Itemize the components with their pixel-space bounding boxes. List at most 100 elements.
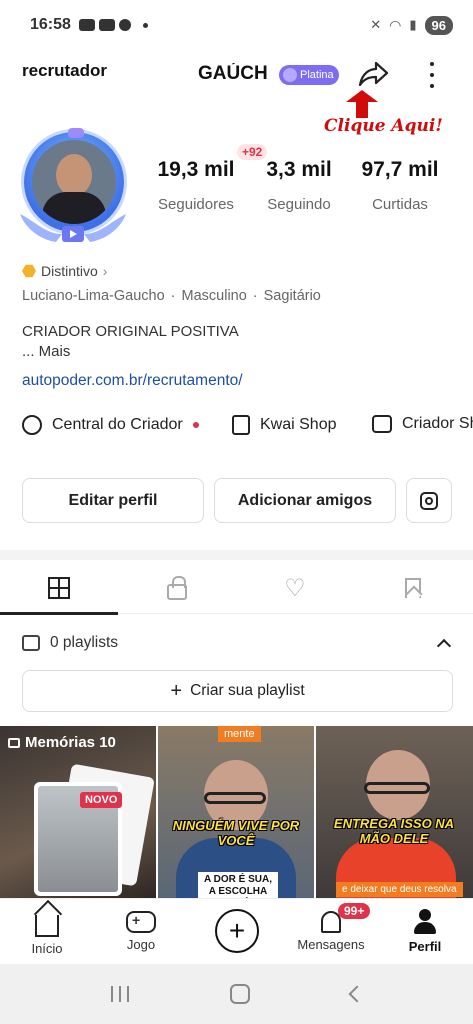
video-tag: mente <box>218 726 261 742</box>
tab-posts[interactable] <box>0 562 118 615</box>
glasses-icon <box>204 792 266 804</box>
creator-center-link[interactable]: Central do Criador <box>22 415 199 435</box>
video-thumbnail[interactable]: ENTREGA ISSO NA MÃO DELE e deixar que de… <box>316 726 473 898</box>
meta-gender: Masculino <box>181 288 247 304</box>
platina-badge-label: Platina <box>300 69 334 81</box>
nav-game[interactable]: Jogo <box>96 907 186 952</box>
wings-icon <box>20 214 126 242</box>
share-button[interactable] <box>356 59 390 89</box>
kwai-shop-link[interactable]: Kwai Shop <box>232 415 337 435</box>
tab-liked[interactable]: ♡ <box>236 562 354 614</box>
distintivo-link[interactable]: Distintivo › <box>22 263 107 279</box>
home-button-icon[interactable] <box>229 984 250 1004</box>
creator-center-icon <box>22 415 42 435</box>
crown-icon <box>68 128 84 138</box>
profile-header: recrutador GAÚCH Platina <box>0 55 473 95</box>
edit-profile-button[interactable]: Editar perfil <box>22 478 204 523</box>
wifi-icon: ◠ <box>389 16 402 33</box>
content-tabs: ♡ <box>0 562 473 615</box>
create-playlist-button[interactable]: + Criar sua playlist <box>22 670 453 712</box>
avatar-face <box>56 154 92 196</box>
shopping-bag-icon <box>232 415 250 435</box>
alarm-icon <box>118 19 131 31</box>
meta-name: Luciano-Lima-Gaucho <box>22 288 165 304</box>
lock-icon <box>167 576 187 600</box>
creator-shop-link[interactable]: Criador Sh <box>372 415 473 433</box>
video-thumbnail[interactable]: mente NINGUÉM VIVE POR VOCÊ A DOR É SUA,… <box>158 726 314 898</box>
quick-links: Central do Criador Kwai Shop Criador Sh <box>22 415 473 443</box>
avatar[interactable] <box>16 128 130 246</box>
glasses-icon <box>364 782 430 794</box>
quick-link-label: Criador Sh <box>402 415 473 432</box>
back-icon[interactable] <box>348 985 365 1003</box>
meta-sign: Sagitário <box>263 288 321 304</box>
username: recrutador <box>22 61 108 80</box>
memories-label: Memórias 10 <box>8 734 116 751</box>
youtube-icon <box>98 19 115 31</box>
more-dot-icon <box>430 83 434 88</box>
heart-icon: ♡ <box>284 574 306 602</box>
nav-messages[interactable]: 99+ Mensagens <box>286 903 376 952</box>
notification-dot-icon <box>192 422 199 428</box>
messages-badge: 99+ <box>338 903 371 919</box>
stat-likes[interactable]: 97,7 mil Curtidas <box>352 158 448 213</box>
quick-link-label: Central do Criador <box>52 416 183 433</box>
create-playlist-label: Criar sua playlist <box>190 682 305 699</box>
chevron-up-icon[interactable] <box>436 638 452 654</box>
video-subcaption: e deixar que deus resolva <box>336 882 463 897</box>
add-friends-button[interactable]: Adicionar amigos <box>214 478 396 523</box>
quick-link-label: Kwai Shop <box>260 416 337 433</box>
stat-value: 97,7 mil <box>361 158 439 181</box>
instagram-icon <box>420 491 438 510</box>
memories-thumbnail[interactable]: Memórias 10 NOVO <box>0 726 156 898</box>
nav-home[interactable]: Início <box>2 907 92 956</box>
bio-text: CRIADOR ORIGINAL POSITIVA <box>22 323 239 340</box>
nav-profile[interactable]: Perfil <box>380 907 470 954</box>
instagram-button[interactable] <box>406 478 452 523</box>
notification-dot-icon <box>142 22 148 28</box>
stat-label: Seguidores <box>158 196 234 213</box>
bio-more-link[interactable]: ... Mais <box>22 342 239 362</box>
lock-icon <box>8 737 20 748</box>
display-name: GAÚCH <box>198 63 268 84</box>
tab-saved[interactable] <box>354 562 472 614</box>
nav-label: Início <box>31 941 63 956</box>
person-icon <box>414 909 436 935</box>
signal-icon: ▮ <box>409 17 417 32</box>
status-time: 16:58 <box>30 16 71 33</box>
stat-value: 3,3 mil <box>266 158 332 181</box>
distintivo-label: Distintivo <box>41 263 98 279</box>
stat-following[interactable]: 3,3 mil Seguindo <box>252 158 346 213</box>
bio: CRIADOR ORIGINAL POSITIVA ... Mais <box>22 322 239 362</box>
bottom-navigation: Início Jogo + 99+ Mensagens Perfil <box>0 898 473 964</box>
platina-icon <box>283 68 297 82</box>
home-icon <box>35 915 59 937</box>
plus-icon: + <box>228 915 246 946</box>
gamepad-icon <box>126 911 156 933</box>
tab-private[interactable] <box>118 562 236 614</box>
nav-label: Jogo <box>126 937 156 952</box>
new-badge: NOVO <box>80 792 123 808</box>
playlists-count: 0 playlists <box>50 634 119 651</box>
platina-badge[interactable]: Platina <box>279 65 339 85</box>
plus-icon: + <box>170 679 183 702</box>
profile-link[interactable]: autopoder.com.br/recrutamento/ <box>22 372 243 390</box>
recent-apps-icon[interactable] <box>110 986 129 1002</box>
youtube-icon <box>78 19 95 31</box>
chevron-right-icon: › <box>102 263 108 279</box>
battery-indicator: 96 <box>424 15 453 35</box>
stat-value: 19,3 mil <box>157 158 235 181</box>
create-post-button[interactable]: + <box>215 909 259 953</box>
more-options-button[interactable] <box>420 59 444 91</box>
playlists-header[interactable]: 0 playlists <box>22 628 453 658</box>
playlist-icon <box>22 635 40 651</box>
stat-followers[interactable]: 19,3 mil Seguidores <box>148 158 244 213</box>
bookmark-icon <box>405 578 421 598</box>
nav-label: Mensagens <box>297 937 365 952</box>
more-dot-icon <box>430 62 434 67</box>
video-caption: NINGUÉM VIVE POR VOCÊ <box>172 818 300 848</box>
profile-meta: Luciano-Lima-Gaucho · Masculino · Sagitário <box>22 288 321 304</box>
video-subcaption: A DOR É SUA, A ESCOLHA TAMBÉM! <box>198 872 278 898</box>
memories-text: Memórias 10 <box>25 734 116 751</box>
annotation-text: Clique Aqui! <box>324 116 443 136</box>
